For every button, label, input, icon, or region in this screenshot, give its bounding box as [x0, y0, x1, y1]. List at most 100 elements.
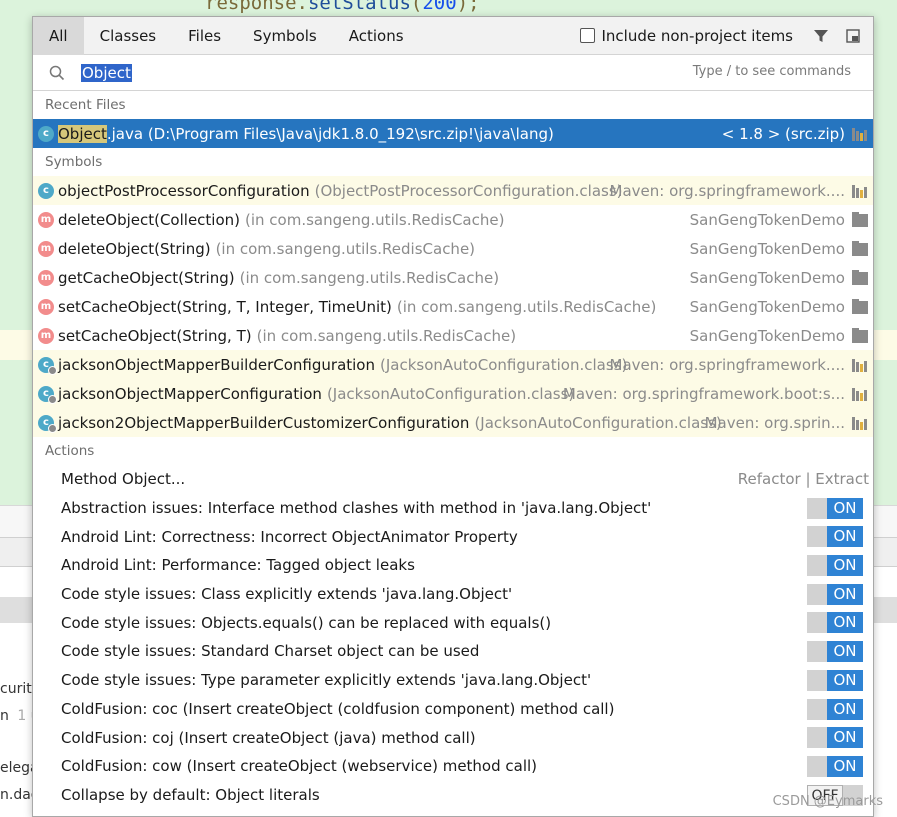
symbol-container: (ObjectPostProcessorConfiguration.class)	[314, 181, 623, 200]
symbol-location: SanGengTokenDemo	[689, 210, 845, 229]
symbol-name: setCacheObject(String, T)	[58, 326, 252, 345]
recent-file-row[interactable]: c Object.java (D:\Program Files\Java\jdk1…	[33, 119, 873, 148]
action-row[interactable]: Android Lint: Performance: Tagged object…	[33, 551, 873, 580]
toggle-switch[interactable]: ON	[807, 698, 863, 720]
symbol-row[interactable]: c jacksonObjectMapperBuilderConfiguration…	[33, 350, 873, 379]
toggle-switch[interactable]: ON	[807, 526, 863, 548]
action-label: Method Object...	[61, 470, 186, 489]
open-in-window-icon[interactable]	[843, 26, 863, 46]
symbol-row[interactable]: m deleteObject(String) (in com.sangeng.uti…	[33, 234, 873, 263]
toggle-track	[807, 497, 827, 519]
action-row[interactable]: Code style issues: Objects.equals() can …	[33, 608, 873, 637]
action-row[interactable]: Method Object... Refactor | Extract	[33, 465, 873, 494]
symbol-name: jackson2ObjectMapperBuilderCustomizerCon…	[58, 413, 470, 432]
toggle-track	[807, 526, 827, 548]
search-everywhere-popup: All Classes Files Symbols Actions Includ…	[32, 16, 874, 817]
toggle-state: ON	[827, 612, 863, 634]
library-icon	[852, 359, 867, 372]
symbol-row[interactable]: c objectPostProcessorConfiguration (Object…	[33, 176, 873, 205]
search-hint: Type / to see commands	[692, 64, 851, 79]
search-input[interactable]: Object	[81, 63, 132, 82]
class-icon: c	[38, 356, 57, 375]
class-icon: c	[38, 385, 57, 404]
toggle-state: ON	[827, 755, 863, 777]
symbol-container: (in com.sangeng.utils.RedisCache)	[245, 210, 505, 229]
symbol-container: (in com.sangeng.utils.RedisCache)	[396, 297, 657, 316]
library-icon	[852, 388, 867, 401]
library-icon	[852, 185, 867, 198]
section-symbols: Symbols	[45, 154, 103, 170]
symbol-row[interactable]: m getCacheObject(String) (in com.sangeng.u…	[33, 263, 873, 292]
search-icon	[47, 63, 67, 83]
toggle-state: ON	[827, 641, 863, 663]
symbol-location: Maven: org.springframework....	[609, 355, 846, 374]
toggle-switch[interactable]: ON	[807, 669, 863, 691]
tab-actions[interactable]: Actions	[333, 17, 420, 55]
toggle-switch[interactable]: ON	[807, 612, 863, 634]
symbol-name: deleteObject(String)	[58, 239, 211, 258]
symbol-container: (JacksonAutoConfiguration.class)	[326, 384, 575, 403]
tab-files[interactable]: Files	[172, 17, 237, 55]
toggle-state: ON	[827, 698, 863, 720]
method-icon: m	[38, 269, 54, 286]
symbol-row[interactable]: m deleteObject(Collection) (in com.sangeng…	[33, 205, 873, 234]
toggle-switch[interactable]: ON	[807, 555, 863, 577]
symbol-location: SanGengTokenDemo	[689, 326, 845, 345]
toggle-switch[interactable]: ON	[807, 497, 863, 519]
search-bar: Object Type / to see commands	[33, 55, 873, 91]
symbol-location: Maven: org.springframework....	[609, 181, 846, 200]
tab-classes[interactable]: Classes	[84, 17, 173, 55]
symbol-row[interactable]: m setCacheObject(String, T) (in com.sangen…	[33, 321, 873, 350]
toggle-switch[interactable]: ON	[807, 755, 863, 777]
action-row[interactable]: ColdFusion: coc (Insert createObject (co…	[33, 695, 873, 724]
symbol-location: Maven: org.springframework.boot:s...	[562, 384, 845, 403]
symbol-name: jacksonObjectMapperConfiguration	[58, 384, 322, 403]
toggle-track	[807, 641, 827, 663]
action-row[interactable]: ColdFusion: coj (Insert createObject (ja…	[33, 723, 873, 752]
toggle-track	[807, 612, 827, 634]
toggle-switch[interactable]: ON	[807, 727, 863, 749]
toggle-switch[interactable]: ON	[807, 641, 863, 663]
action-label: Android Lint: Correctness: Incorrect Obj…	[61, 527, 518, 546]
symbol-location: SanGengTokenDemo	[689, 268, 845, 287]
tab-symbols[interactable]: Symbols	[237, 17, 333, 55]
toggle-state: ON	[827, 555, 863, 577]
action-row[interactable]: Abstraction issues: Interface method cla…	[33, 494, 873, 523]
toggle-switch[interactable]: ON	[807, 583, 863, 605]
symbol-container: (JacksonAutoConfiguration.class)	[474, 413, 722, 432]
symbol-location: SanGengTokenDemo	[689, 239, 845, 258]
toggle-track	[807, 698, 827, 720]
method-icon: m	[38, 211, 54, 228]
include-label: Include non-project items	[601, 26, 793, 45]
action-category: Refactor | Extract	[737, 470, 869, 489]
recent-file-location: < 1.8 > (src.zip)	[721, 124, 845, 143]
action-row[interactable]: Code style issues: Type parameter explic…	[33, 666, 873, 695]
symbol-name: getCacheObject(String)	[58, 268, 235, 287]
symbol-row[interactable]: c jackson2ObjectMapperBuilderCustomizerCo…	[33, 408, 873, 437]
symbol-row[interactable]: c jacksonObjectMapperConfiguration (Jackso…	[33, 379, 873, 408]
toggle-track	[807, 669, 827, 691]
action-row[interactable]: Code style issues: Class explicitly exte…	[33, 580, 873, 609]
symbol-name: setCacheObject(String, T, Integer, TimeU…	[58, 297, 392, 316]
action-label: Abstraction issues: Interface method cla…	[61, 499, 652, 518]
symbol-container: (in com.sangeng.utils.RedisCache)	[256, 326, 517, 345]
action-row[interactable]: Code style issues: Standard Charset obje…	[33, 637, 873, 666]
include-non-project-checkbox[interactable]: Include non-project items	[580, 27, 793, 45]
module-icon	[852, 328, 868, 343]
action-label: Code style issues: Type parameter explic…	[61, 671, 592, 690]
library-icon	[852, 417, 867, 430]
symbol-row[interactable]: m setCacheObject(String, T, Integer, Time…	[33, 292, 873, 321]
checkbox-box[interactable]	[580, 28, 596, 43]
action-label: Code style issues: Objects.equals() can …	[61, 613, 552, 632]
section-actions: Actions	[45, 443, 95, 459]
section-recent-files: Recent Files	[45, 97, 126, 113]
toggle-track	[807, 555, 827, 577]
action-row[interactable]: ColdFusion: cow (Insert createObject (we…	[33, 752, 873, 781]
action-row[interactable]: Android Lint: Correctness: Incorrect Obj…	[33, 522, 873, 551]
tab-all[interactable]: All	[33, 17, 84, 55]
editor-code-line: response.setStatus(200);	[205, 0, 480, 14]
class-icon: c	[38, 125, 54, 142]
filter-icon[interactable]	[811, 26, 831, 46]
action-row[interactable]: Collapse by default: Object literals OFF	[33, 781, 873, 810]
method-icon: m	[38, 327, 54, 344]
